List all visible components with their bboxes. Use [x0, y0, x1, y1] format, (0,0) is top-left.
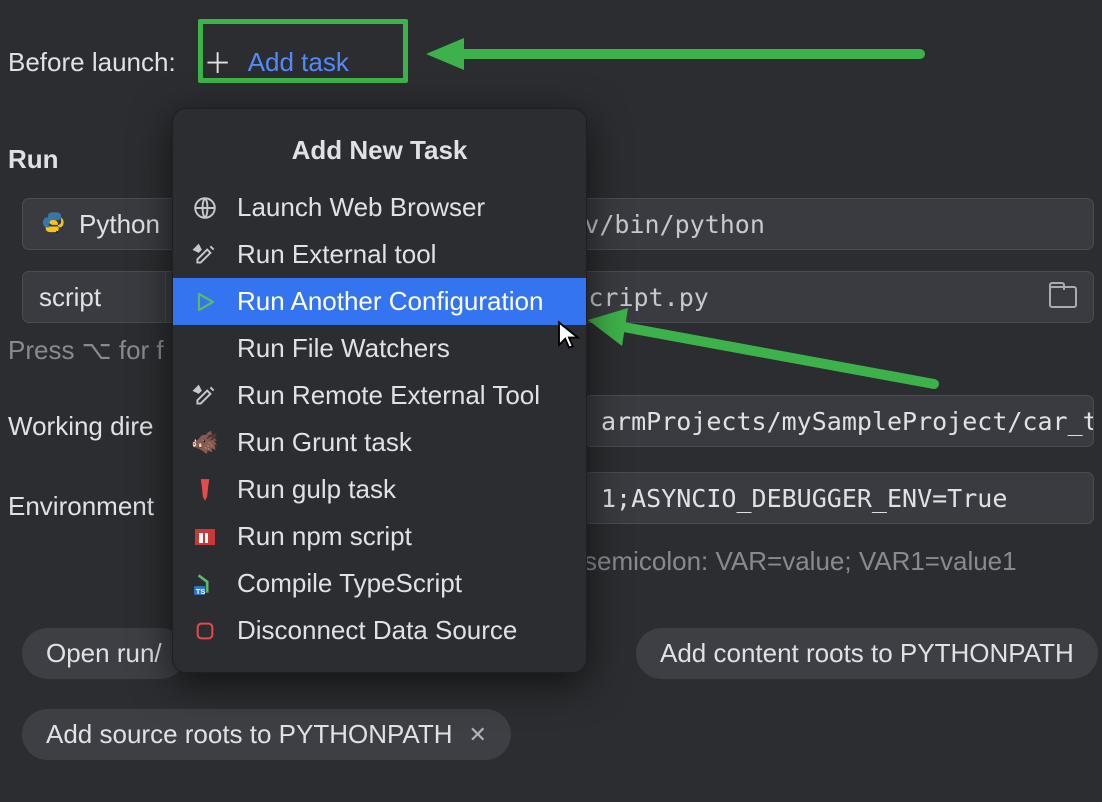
menu-item-label: Run Another Configuration: [237, 286, 543, 317]
gulp-icon: [191, 476, 219, 504]
before-launch-label: Before launch:: [8, 47, 176, 78]
menu-item-run-npm-script[interactable]: Run npm script: [173, 513, 586, 560]
menu-item-run-gulp-task[interactable]: Run gulp task: [173, 466, 586, 513]
interpreter-select[interactable]: Python: [22, 198, 177, 250]
env-value: 1;ASYNCIO_DEBUGGER_ENV=True: [601, 484, 1007, 513]
run-section-header: Run: [8, 144, 59, 175]
open-run-chip-label: Open run/: [46, 638, 162, 669]
ts-icon: TS: [191, 570, 219, 598]
popup-title: Add New Task: [173, 123, 586, 184]
menu-item-label: Disconnect Data Source: [237, 615, 517, 646]
annotation-arrow: [420, 34, 930, 74]
add-task-label: Add task: [248, 47, 349, 78]
folder-icon[interactable]: [1049, 286, 1077, 308]
chip-row-2: Add source roots to PYTHONPATH ✕: [22, 709, 511, 760]
add-task-popup: Add New Task Launch Web Browser Run Exter…: [172, 108, 587, 673]
chip-row-1: Open run/: [22, 628, 186, 679]
content-roots-chip-label: Add content roots to PYTHONPATH: [660, 638, 1074, 669]
none-icon: [191, 335, 219, 363]
menu-item-label: Compile TypeScript: [237, 568, 462, 599]
close-icon[interactable]: ✕: [469, 722, 487, 748]
menu-item-label: Run File Watchers: [237, 333, 450, 364]
grunt-icon: 🐗: [191, 429, 219, 457]
menu-item-run-remote-external-tool[interactable]: Run Remote External Tool: [173, 372, 586, 419]
play-icon: [191, 288, 219, 316]
script-select[interactable]: script: [22, 271, 166, 323]
workdir-label: Working dire: [8, 411, 153, 442]
menu-item-label: Run Grunt task: [237, 427, 412, 458]
env-input[interactable]: 1;ASYNCIO_DEBUGGER_ENV=True: [584, 472, 1094, 524]
env-hint: semicolon: VAR=value; VAR1=value1: [584, 546, 1017, 577]
menu-item-disconnect-data-source[interactable]: Disconnect Data Source: [173, 607, 586, 654]
globe-icon: [191, 194, 219, 222]
menu-item-run-external-tool[interactable]: Run External tool: [173, 231, 586, 278]
menu-item-label: Launch Web Browser: [237, 192, 485, 223]
menu-item-label: Run gulp task: [237, 474, 396, 505]
content-roots-chip[interactable]: Add content roots to PYTHONPATH: [636, 628, 1098, 679]
before-launch-row: Before launch: ＋ Add task: [8, 38, 363, 86]
script-badge-label: script: [39, 282, 101, 313]
workdir-value: armProjects/mySampleProject/car_tests: [601, 407, 1094, 436]
menu-item-run-file-watchers[interactable]: Run File Watchers: [173, 325, 586, 372]
add-task-button[interactable]: ＋ Add task: [190, 38, 363, 86]
tools-icon: [191, 382, 219, 410]
npm-icon: [191, 523, 219, 551]
chip-row-1b: Add content roots to PYTHONPATH: [636, 628, 1098, 679]
menu-item-run-another-configuration[interactable]: Run Another Configuration: [173, 278, 586, 325]
menu-item-label: Run npm script: [237, 521, 412, 552]
workdir-input[interactable]: armProjects/mySampleProject/car_tests: [584, 395, 1094, 447]
db-icon: [191, 617, 219, 645]
menu-item-compile-typescript[interactable]: TS Compile TypeScript: [173, 560, 586, 607]
tools-icon: [191, 241, 219, 269]
open-run-chip[interactable]: Open run/: [22, 628, 186, 679]
menu-item-label: Run External tool: [237, 239, 436, 270]
menu-item-label: Run Remote External Tool: [237, 380, 540, 411]
svg-text:TS: TS: [196, 586, 206, 595]
menu-item-launch-web-browser[interactable]: Launch Web Browser: [173, 184, 586, 231]
python-icon: [39, 210, 67, 238]
menu-item-run-grunt-task[interactable]: 🐗 Run Grunt task: [173, 419, 586, 466]
env-label: Environment: [8, 491, 154, 522]
source-roots-chip[interactable]: Add source roots to PYTHONPATH ✕: [22, 709, 511, 760]
interpreter-badge-label: Python: [79, 209, 160, 240]
alt-hint: Press ⌥ for f: [8, 335, 164, 366]
plus-icon: ＋: [204, 42, 232, 82]
source-roots-chip-label: Add source roots to PYTHONPATH: [46, 719, 453, 750]
